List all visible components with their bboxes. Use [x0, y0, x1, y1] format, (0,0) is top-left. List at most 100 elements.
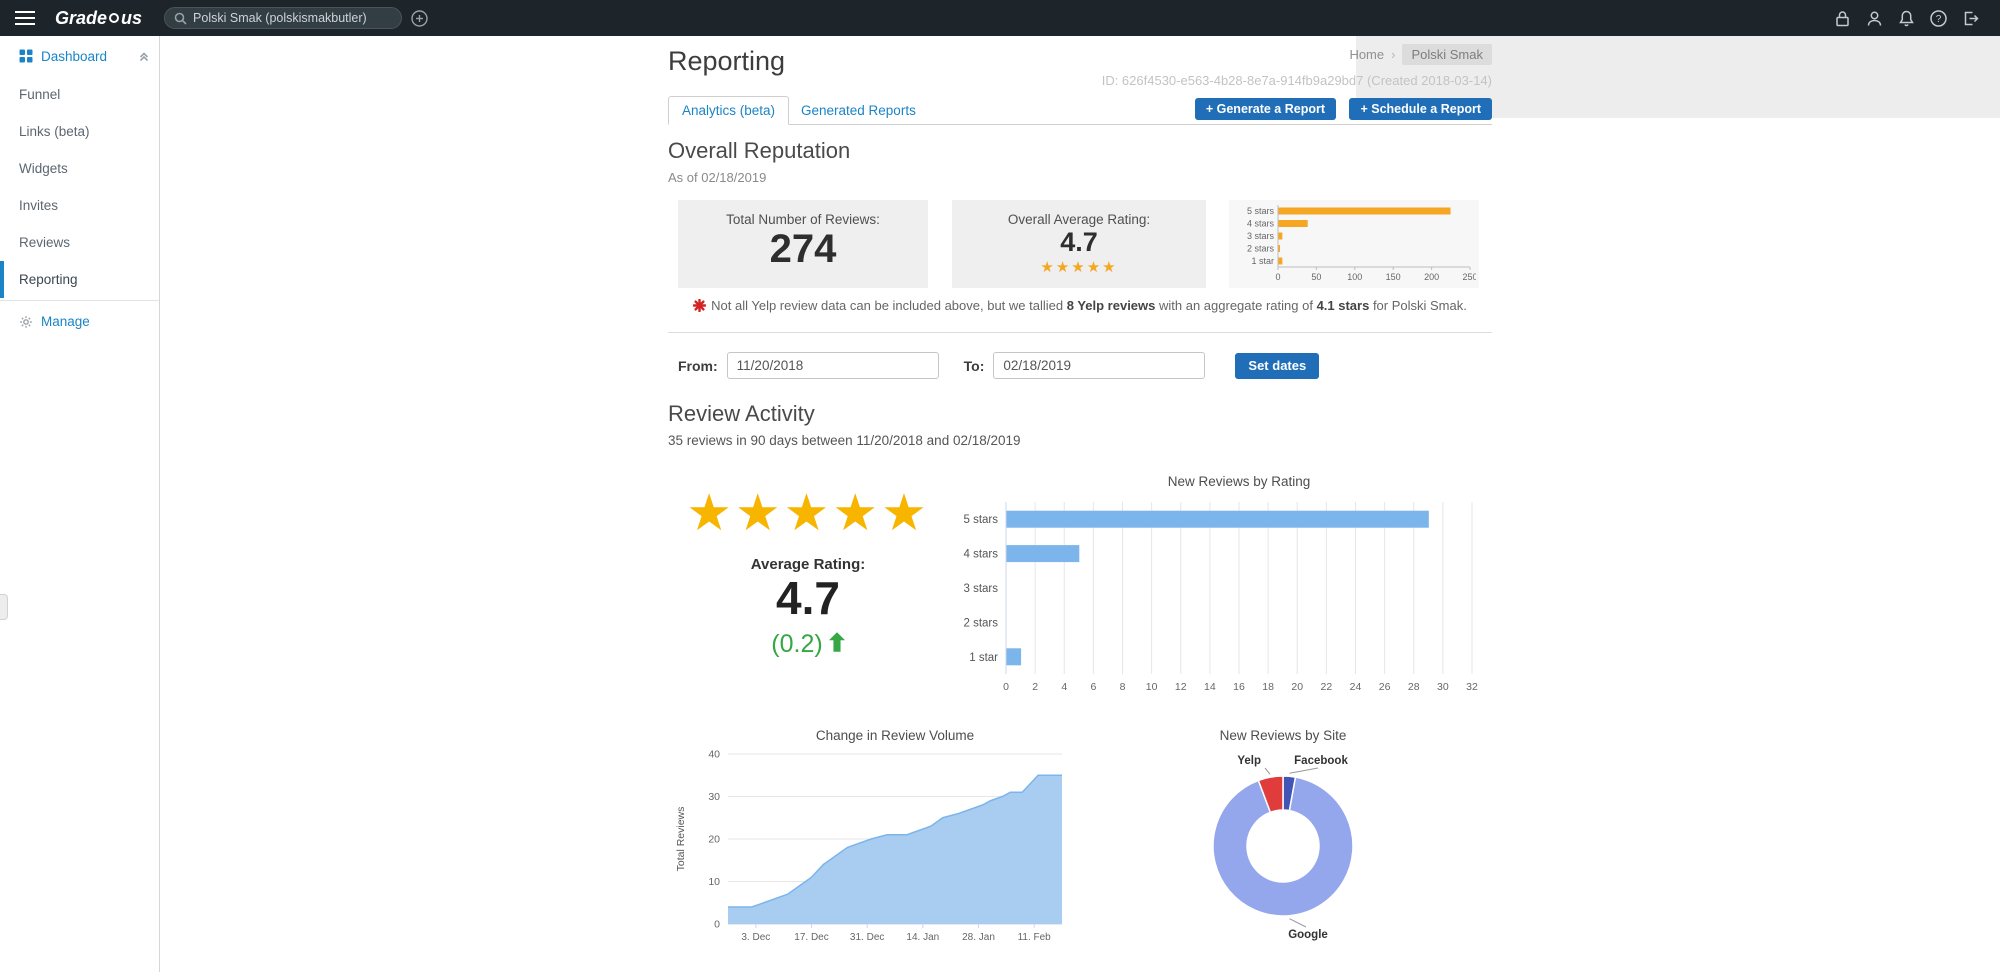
svg-text:40: 40: [708, 749, 720, 761]
help-icon[interactable]: ?: [1929, 9, 1948, 28]
set-dates-button[interactable]: Set dates: [1235, 352, 1320, 379]
svg-text:31. Dec: 31. Dec: [850, 932, 884, 943]
sidebar-item-widgets[interactable]: Widgets: [0, 150, 159, 187]
svg-text:3 stars: 3 stars: [1247, 231, 1275, 241]
svg-text:New Reviews by Rating: New Reviews by Rating: [1168, 474, 1311, 489]
sidebar-item-label: Manage: [41, 314, 90, 329]
sidebar-item-funnel[interactable]: Funnel: [0, 76, 159, 113]
svg-text:12: 12: [1175, 681, 1187, 693]
svg-text:4 stars: 4 stars: [1247, 219, 1275, 229]
sidebar-item-label: Funnel: [19, 87, 61, 102]
business-search[interactable]: [164, 7, 403, 29]
svg-text:Facebook: Facebook: [1294, 755, 1348, 767]
sidebar-item-invites[interactable]: Invites: [0, 187, 159, 224]
hamburger-menu-icon[interactable]: [15, 10, 35, 26]
tab-analytics[interactable]: Analytics (beta): [668, 96, 790, 125]
svg-text:10: 10: [708, 876, 720, 888]
average-rating-card: Overall Average Rating: 4.7 ★★★★★: [952, 200, 1206, 288]
rating-distribution-chart: 0 50 100 150 200 250 5 stars 4 stars 3 stars 2 st…: [1229, 200, 1479, 288]
svg-text:0: 0: [714, 919, 720, 931]
yelp-note-text: Not all Yelp review data can be included…: [711, 298, 1067, 313]
svg-text:20: 20: [708, 834, 720, 846]
breadcrumb-home-link[interactable]: Home: [1349, 47, 1384, 62]
average-rating-value: 4.7: [776, 572, 840, 624]
new-reviews-by-rating-chart: New Reviews by Rating 0 2 4 6 8 10 12 14 16 18 20 22…: [956, 470, 1484, 710]
svg-text:New Reviews by Site: New Reviews by Site: [1220, 728, 1347, 743]
svg-text:Total Reviews: Total Reviews: [675, 807, 687, 872]
sidebar-item-reviews[interactable]: Reviews: [0, 224, 159, 261]
tab-generated-reports[interactable]: Generated Reports: [801, 96, 916, 125]
sidebar-collapse-handle[interactable]: [0, 594, 8, 620]
svg-text:200: 200: [1424, 272, 1439, 282]
generate-report-button[interactable]: + Generate a Report: [1194, 98, 1336, 120]
svg-text:250: 250: [1462, 272, 1476, 282]
svg-text:4 stars: 4 stars: [963, 549, 998, 561]
notifications-bell-icon[interactable]: [1897, 9, 1916, 28]
svg-text:100: 100: [1347, 272, 1362, 282]
from-label: From:: [678, 357, 718, 374]
svg-text:1 star: 1 star: [969, 652, 998, 664]
search-input[interactable]: [193, 11, 393, 25]
svg-text:3 stars: 3 stars: [963, 583, 998, 595]
sidebar-item-manage[interactable]: Manage: [0, 303, 159, 340]
svg-text:28: 28: [1408, 681, 1420, 693]
svg-text:5 stars: 5 stars: [1247, 206, 1275, 216]
review-volume-chart: Change in Review Volume 0 10 20 30 40 Total Re…: [668, 724, 1098, 959]
sidebar-item-dashboard[interactable]: Dashboard: [0, 36, 159, 76]
lock-icon[interactable]: [1833, 9, 1852, 28]
up-arrow-icon: [828, 630, 845, 659]
collapse-sidebar-icon[interactable]: [138, 50, 150, 62]
svg-text:22: 22: [1321, 681, 1333, 693]
svg-text:17. Dec: 17. Dec: [794, 932, 828, 943]
content-container: Home › Polski Smak ID: 626f4530-e563-4b2…: [668, 36, 1492, 972]
svg-text:8: 8: [1120, 681, 1126, 693]
sidebar: Dashboard Funnel Links (beta) Widgets In…: [0, 36, 160, 972]
svg-text:30: 30: [1437, 681, 1449, 693]
svg-text:14: 14: [1204, 681, 1216, 693]
svg-text:1 star: 1 star: [1251, 256, 1274, 266]
total-reviews-value: 274: [769, 227, 837, 271]
topbar-icon-group: ?: [1833, 9, 1980, 28]
sidebar-item-label: Reporting: [19, 272, 78, 287]
sidebar-item-label: Invites: [19, 198, 59, 213]
schedule-report-button[interactable]: + Schedule a Report: [1349, 98, 1492, 120]
add-business-icon[interactable]: [411, 9, 428, 27]
svg-text:11. Feb: 11. Feb: [1018, 932, 1052, 943]
to-label: To:: [963, 357, 985, 374]
sidebar-item-label: Links (beta): [19, 124, 90, 139]
logout-icon[interactable]: [1961, 9, 1980, 28]
svg-text:Google: Google: [1288, 929, 1328, 941]
svg-text:32: 32: [1466, 681, 1478, 693]
from-date-input[interactable]: [726, 352, 939, 379]
breadcrumb-separator-icon: ›: [1391, 47, 1396, 62]
svg-text:0: 0: [1275, 272, 1280, 282]
svg-text:Change in Review Volume: Change in Review Volume: [816, 728, 974, 743]
sidebar-item-reporting[interactable]: Reporting: [0, 261, 159, 298]
sidebar-item-label: Dashboard: [41, 48, 108, 64]
overall-reputation-heading: Overall Reputation: [668, 138, 851, 163]
user-icon[interactable]: [1865, 9, 1884, 28]
gear-icon: [19, 315, 33, 329]
svg-text:50: 50: [1311, 272, 1321, 282]
svg-text:20: 20: [1291, 681, 1303, 693]
sidebar-item-links[interactable]: Links (beta): [0, 113, 159, 150]
overall-average-rating-value: 4.7: [1060, 227, 1098, 257]
total-reviews-label: Total Number of Reviews:: [726, 212, 880, 227]
svg-text:2 stars: 2 stars: [963, 617, 998, 629]
date-range-form: From: To: Set dates: [678, 352, 1320, 379]
svg-text:2: 2: [1032, 681, 1038, 693]
logo-text-grade: Grade: [55, 7, 108, 28]
page-title: Reporting: [668, 46, 786, 76]
svg-text:6: 6: [1090, 681, 1096, 693]
app-logo[interactable]: Grade us: [55, 8, 142, 29]
overall-average-rating-label: Overall Average Rating:: [1007, 212, 1151, 227]
review-activity-heading: Review Activity: [668, 401, 815, 426]
dashboard-icon: [19, 49, 33, 63]
rating-change-value: (0.2): [771, 629, 823, 658]
top-navigation-bar: Grade us ?: [0, 0, 2000, 36]
yelp-aggregate-rating: 4.1 stars: [1316, 298, 1370, 313]
rating-stars: ★★★★★: [1040, 258, 1118, 277]
to-date-input[interactable]: [993, 352, 1206, 379]
total-reviews-card: Total Number of Reviews: 274: [678, 200, 928, 288]
logo-dot-icon: [109, 13, 120, 23]
